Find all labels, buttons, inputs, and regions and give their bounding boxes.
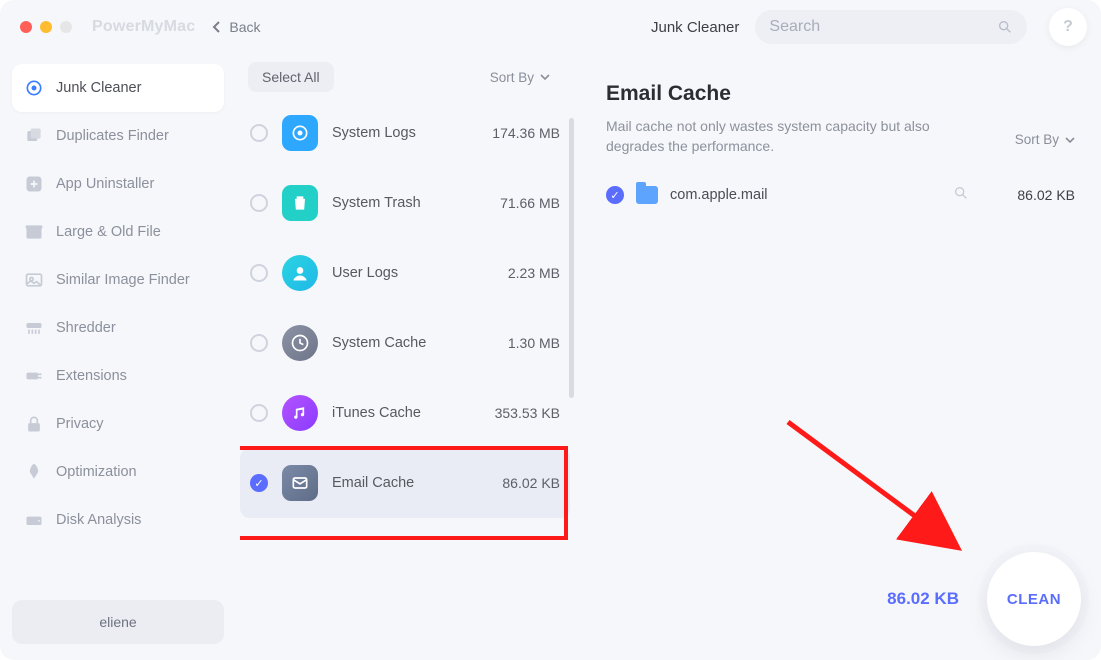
item-size: 86.02 KB	[999, 187, 1075, 203]
user-account-button[interactable]: eliene	[12, 600, 224, 644]
category-row-system-trash[interactable]: System Trash 71.66 MB	[240, 168, 570, 238]
plugin-icon	[24, 366, 44, 386]
window-controls	[10, 21, 72, 33]
back-button[interactable]: Back	[201, 11, 270, 43]
row-size: 2.23 MB	[508, 265, 560, 281]
row-checkbox[interactable]	[250, 474, 268, 492]
reveal-icon[interactable]	[953, 185, 969, 206]
row-checkbox[interactable]	[250, 334, 268, 352]
row-name: User Logs	[332, 265, 398, 281]
chevron-down-icon	[540, 72, 550, 82]
row-name: iTunes Cache	[332, 405, 421, 421]
row-size: 86.02 KB	[502, 475, 560, 491]
header-breadcrumb: Junk Cleaner	[651, 19, 739, 36]
search-placeholder: Search	[769, 18, 820, 36]
category-row-itunes-cache[interactable]: iTunes Cache 353.53 KB	[240, 378, 570, 448]
user-logs-icon	[282, 255, 318, 291]
logs-icon	[282, 115, 318, 151]
row-name: System Trash	[332, 195, 421, 211]
sidebar-item-label: Optimization	[56, 464, 137, 480]
app-icon	[24, 174, 44, 194]
sidebar-item-uninstaller[interactable]: App Uninstaller	[12, 160, 224, 208]
minimize-window-button[interactable]	[40, 21, 52, 33]
row-checkbox[interactable]	[250, 404, 268, 422]
sidebar-item-label: Extensions	[56, 368, 127, 384]
detail-item[interactable]: com.apple.mail 86.02 KB	[606, 185, 1075, 206]
sidebar-item-disk-analysis[interactable]: Disk Analysis	[12, 496, 224, 544]
select-all-button[interactable]: Select All	[248, 62, 334, 92]
archive-icon	[24, 222, 44, 242]
sidebar-item-shredder[interactable]: Shredder	[12, 304, 224, 352]
row-name: Email Cache	[332, 475, 414, 491]
app-title: PowerMyMac	[92, 18, 195, 36]
total-size: 86.02 KB	[887, 589, 959, 609]
row-size: 1.30 MB	[508, 335, 560, 351]
search-input[interactable]: Search	[755, 10, 1027, 44]
sort-by-dropdown[interactable]: Sort By	[490, 70, 568, 85]
sidebar-item-junk-cleaner[interactable]: Junk Cleaner	[12, 64, 224, 112]
shredder-icon	[24, 318, 44, 338]
detail-panel: Email Cache Mail cache not only wastes s…	[580, 54, 1101, 660]
detail-sort-by-dropdown[interactable]: Sort By	[1015, 132, 1075, 147]
mail-icon	[282, 465, 318, 501]
sidebar-item-label: Similar Image Finder	[56, 272, 190, 288]
cache-icon	[282, 325, 318, 361]
row-size: 71.66 MB	[500, 195, 560, 211]
image-icon	[24, 270, 44, 290]
maximize-window-button[interactable]	[60, 21, 72, 33]
folder-icon	[636, 186, 658, 204]
sidebar-item-large-old[interactable]: Large & Old File	[12, 208, 224, 256]
sidebar-item-label: App Uninstaller	[56, 176, 154, 192]
sidebar-item-label: Disk Analysis	[56, 512, 141, 528]
chevron-down-icon	[1065, 135, 1075, 145]
row-checkbox[interactable]	[250, 194, 268, 212]
search-icon	[997, 19, 1013, 35]
category-row-system-cache[interactable]: System Cache 1.30 MB	[240, 308, 570, 378]
sidebar-item-label: Shredder	[56, 320, 116, 336]
help-button[interactable]: ?	[1049, 8, 1087, 46]
sidebar-item-label: Large & Old File	[56, 224, 161, 240]
row-size: 353.53 KB	[495, 405, 560, 421]
music-icon	[282, 395, 318, 431]
trash-icon	[282, 185, 318, 221]
target-icon	[24, 78, 44, 98]
scrollbar[interactable]	[569, 118, 574, 398]
sidebar-item-label: Privacy	[56, 416, 104, 432]
row-checkbox[interactable]	[250, 264, 268, 282]
disk-icon	[24, 510, 44, 530]
category-row-user-logs[interactable]: User Logs 2.23 MB	[240, 238, 570, 308]
sidebar-item-privacy[interactable]: Privacy	[12, 400, 224, 448]
sidebar-item-optimization[interactable]: Optimization	[12, 448, 224, 496]
back-label: Back	[229, 19, 260, 35]
row-checkbox[interactable]	[250, 124, 268, 142]
annotation-arrow	[780, 414, 980, 574]
clean-button[interactable]: CLEAN	[987, 552, 1081, 646]
copies-icon	[24, 126, 44, 146]
sidebar-item-extensions[interactable]: Extensions	[12, 352, 224, 400]
item-checkbox[interactable]	[606, 186, 624, 204]
detail-description: Mail cache not only wastes system capaci…	[606, 116, 966, 157]
sidebar-item-label: Junk Cleaner	[56, 80, 141, 96]
row-name: System Cache	[332, 335, 426, 351]
chevron-left-icon	[211, 21, 223, 33]
row-size: 174.36 MB	[492, 125, 560, 141]
category-row-system-logs[interactable]: System Logs 174.36 MB	[240, 98, 570, 168]
row-name: System Logs	[332, 125, 416, 141]
category-panel: Select All Sort By System Logs 174.36 MB	[236, 54, 580, 660]
lock-icon	[24, 414, 44, 434]
close-window-button[interactable]	[20, 21, 32, 33]
category-row-email-cache[interactable]: Email Cache 86.02 KB	[240, 448, 570, 518]
sidebar-item-duplicates[interactable]: Duplicates Finder	[12, 112, 224, 160]
sidebar-item-similar-image[interactable]: Similar Image Finder	[12, 256, 224, 304]
sidebar-item-label: Duplicates Finder	[56, 128, 169, 144]
sidebar: Junk Cleaner Duplicates Finder App Unins…	[0, 54, 236, 660]
item-name: com.apple.mail	[670, 187, 768, 203]
detail-title: Email Cache	[606, 82, 1075, 106]
rocket-icon	[24, 462, 44, 482]
